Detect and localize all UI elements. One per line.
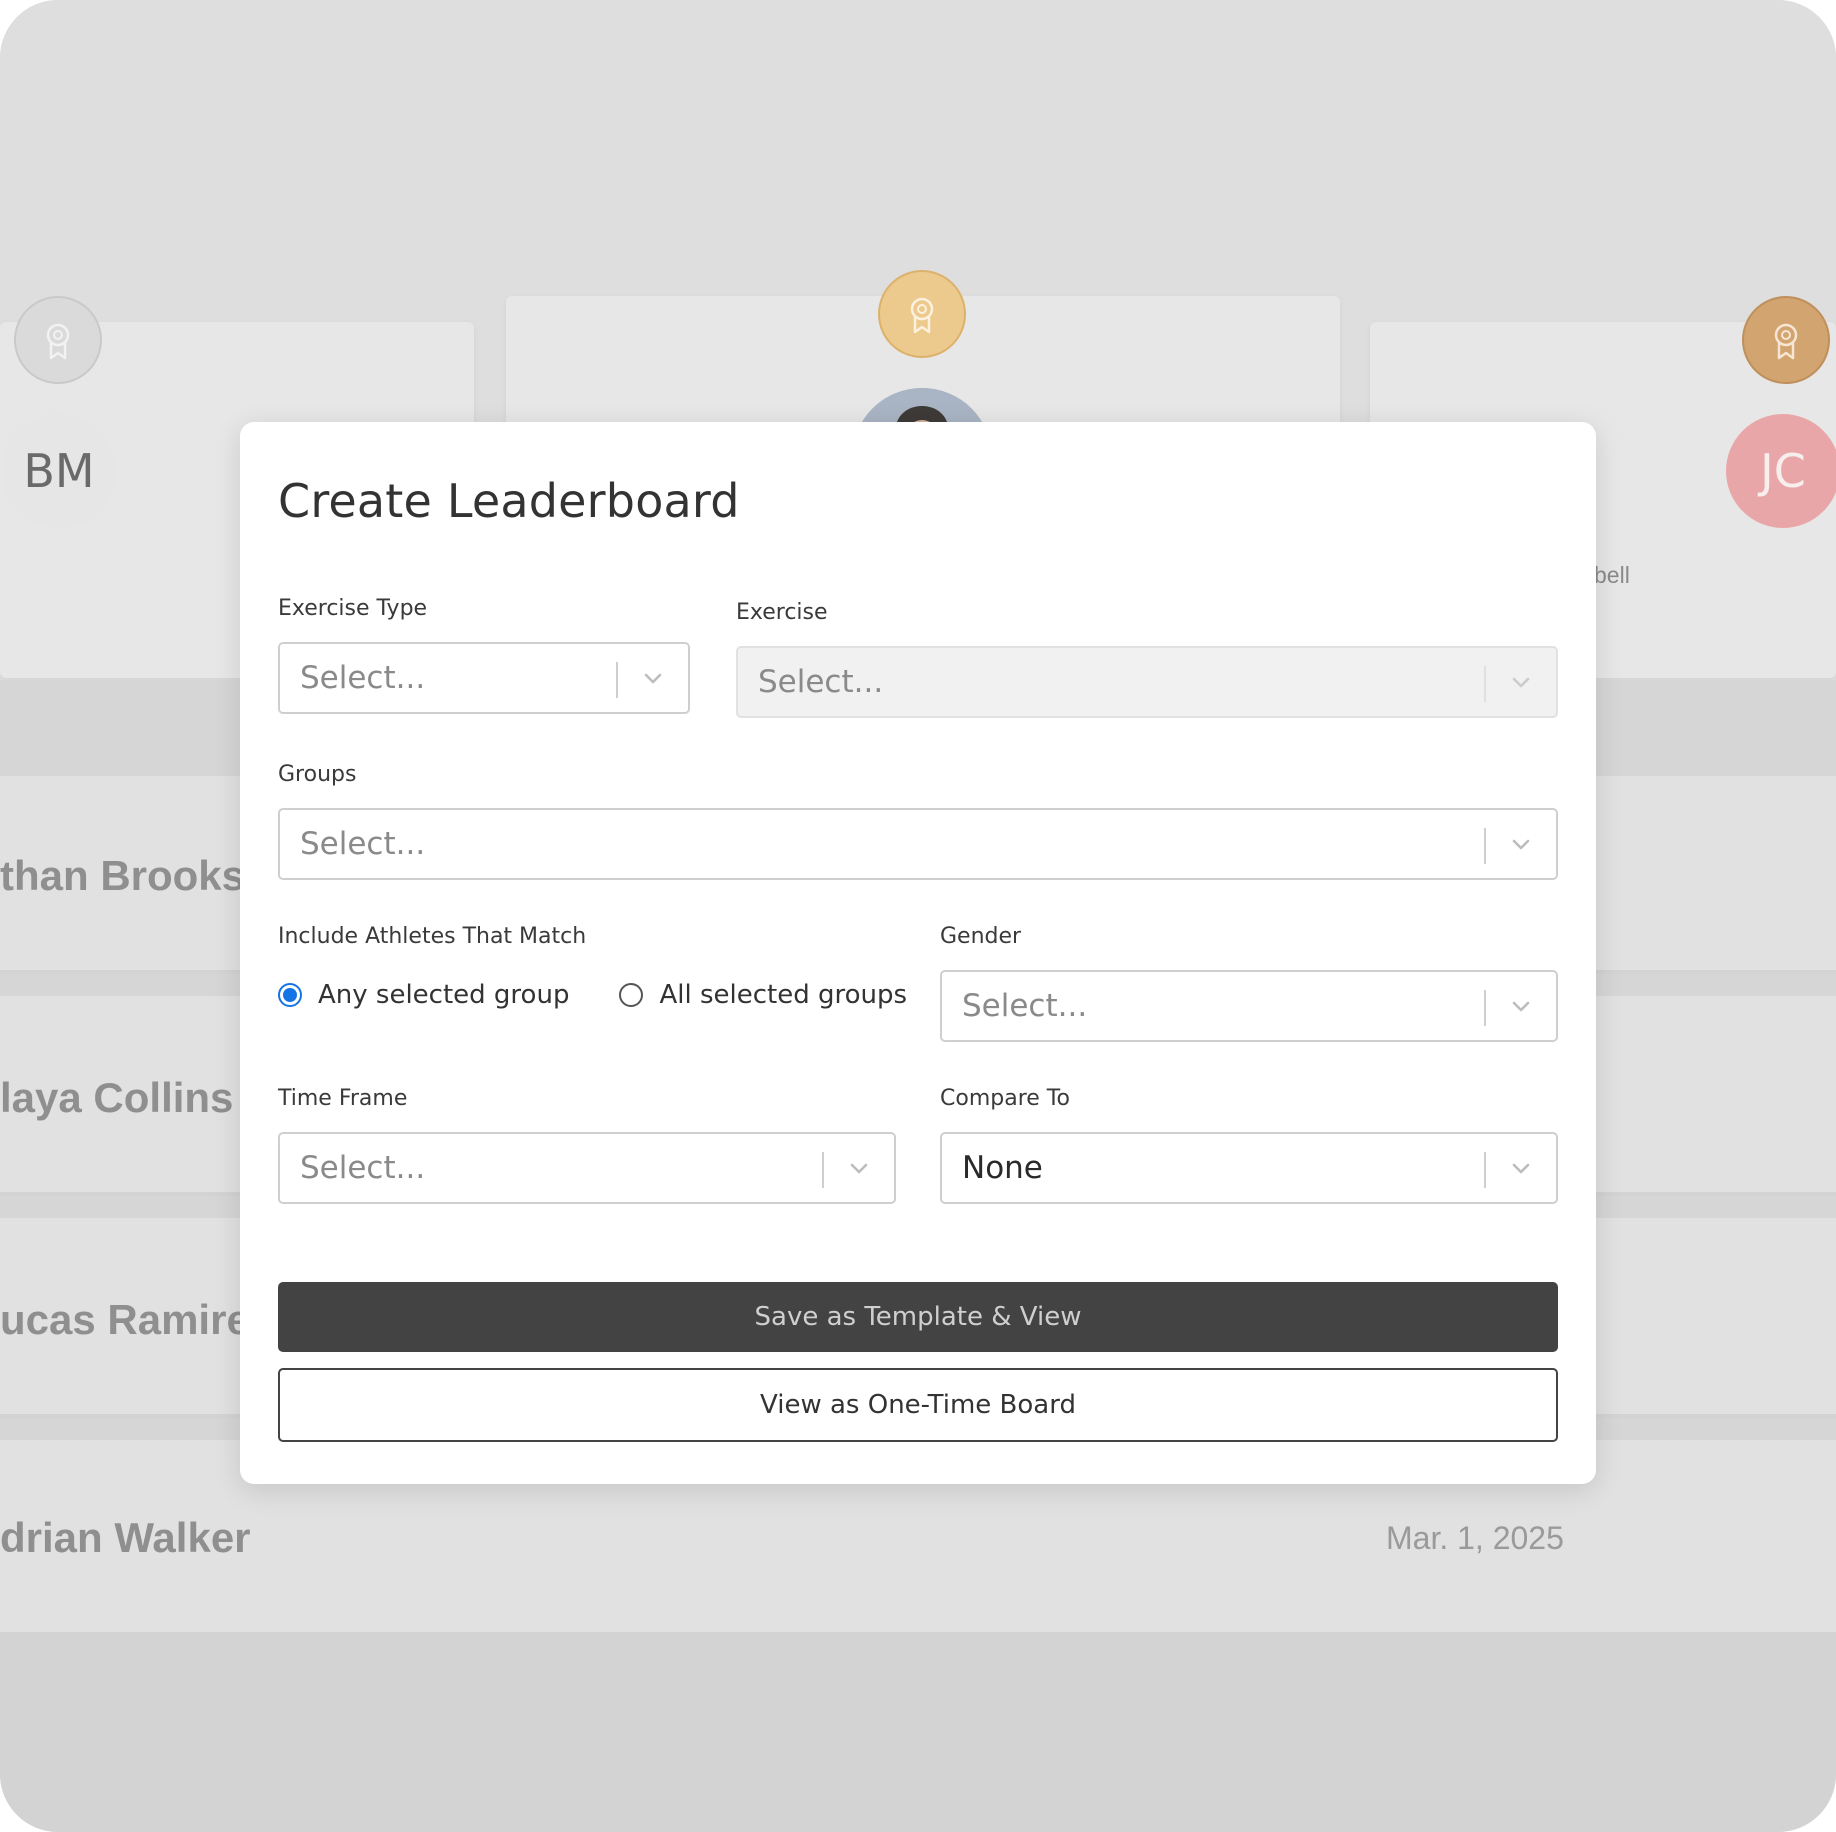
chevron-down-icon[interactable]: [1506, 1153, 1536, 1183]
avatar: BM: [2, 414, 116, 528]
select-separator: [1484, 666, 1486, 702]
radio-label: Any selected group: [318, 980, 570, 1010]
include-athletes-radio-group: Any selected group All selected groups: [278, 980, 957, 1010]
app-frame: BM JC bell than Brooks laya Collins ucas…: [0, 0, 1836, 1832]
podium-athlete-name: bell: [1594, 562, 1630, 588]
view-one-time-board-button[interactable]: View as One-Time Board: [278, 1368, 1558, 1442]
modal-title: Create Leaderboard: [278, 474, 740, 528]
athlete-name: laya Collins: [0, 1074, 234, 1121]
athlete-name: drian Walker: [0, 1514, 251, 1561]
select-separator: [616, 662, 618, 698]
radio-button[interactable]: [619, 983, 644, 1007]
select-separator: [1484, 1152, 1486, 1188]
select-placeholder: Select...: [758, 664, 884, 700]
select-placeholder: Select...: [300, 826, 426, 862]
compare-to-label: Compare To: [940, 1086, 1070, 1111]
medal-ribbon-icon: [1742, 296, 1830, 384]
exercise-select[interactable]: Select...: [736, 646, 1558, 718]
chevron-down-icon[interactable]: [844, 1153, 874, 1183]
time-frame-select[interactable]: Select...: [278, 1132, 896, 1204]
athlete-name: ucas Ramirez: [0, 1296, 271, 1343]
time-frame-label: Time Frame: [278, 1086, 408, 1111]
select-separator: [1484, 828, 1486, 864]
medal-ribbon-icon: [14, 296, 102, 384]
select-placeholder: Select...: [962, 988, 1088, 1024]
gender-label: Gender: [940, 924, 1022, 949]
chevron-down-icon[interactable]: [1506, 667, 1536, 697]
select-separator: [1484, 990, 1486, 1026]
gender-select[interactable]: Select...: [940, 970, 1558, 1042]
exercise-label: Exercise: [736, 600, 828, 625]
select-value: None: [962, 1150, 1043, 1186]
compare-to-select[interactable]: None: [940, 1132, 1558, 1204]
page-footer-area: [0, 1636, 1836, 1832]
create-leaderboard-modal: Create Leaderboard Exercise Type Select.…: [240, 422, 1596, 1484]
chevron-down-icon[interactable]: [1506, 829, 1536, 859]
chevron-down-icon[interactable]: [638, 663, 668, 693]
select-separator: [822, 1152, 824, 1188]
groups-select[interactable]: Select...: [278, 808, 1558, 880]
chevron-down-icon[interactable]: [1506, 991, 1536, 1021]
medal-ribbon-icon: [878, 270, 966, 358]
save-as-template-button[interactable]: Save as Template & View: [278, 1282, 1558, 1352]
radio-all-selected-groups[interactable]: All selected groups: [619, 980, 907, 1010]
select-placeholder: Select...: [300, 1150, 426, 1186]
include-athletes-label: Include Athletes That Match: [278, 924, 587, 949]
row-date: Mar. 1, 2025: [1386, 1520, 1564, 1556]
radio-label: All selected groups: [659, 980, 908, 1010]
exercise-type-select[interactable]: Select...: [278, 642, 690, 714]
select-placeholder: Select...: [300, 660, 426, 696]
radio-button[interactable]: [278, 983, 302, 1007]
athlete-name: than Brooks: [0, 852, 246, 899]
groups-label: Groups: [278, 762, 357, 787]
avatar: JC: [1726, 414, 1836, 528]
radio-any-selected-group[interactable]: Any selected group: [278, 980, 569, 1010]
exercise-type-label: Exercise Type: [278, 596, 428, 621]
